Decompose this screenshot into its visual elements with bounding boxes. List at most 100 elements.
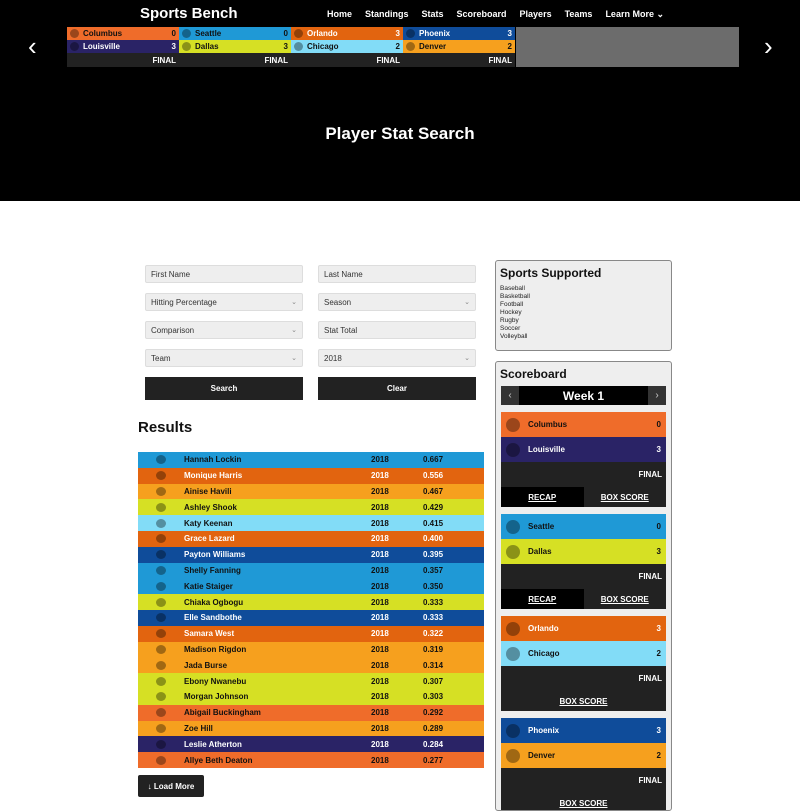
table-row[interactable]: Samara West 2018 0.322	[138, 625, 484, 642]
ticker-game[interactable]: Columbus 0 Louisville 3 FINAL	[67, 27, 179, 67]
table-row[interactable]: Elle Sandbothe 2018 0.333	[138, 609, 484, 626]
player-name[interactable]: Grace Lazard	[184, 534, 371, 543]
ticker-game[interactable]: Seattle 0 Dallas 3 FINAL	[179, 27, 291, 67]
stat-total-input[interactable]: Stat Total	[318, 321, 476, 339]
player-name[interactable]: Elle Sandbothe	[184, 613, 371, 622]
sport-item[interactable]: Rugby	[500, 317, 667, 325]
table-row[interactable]: Monique Harris 2018 0.556	[138, 467, 484, 484]
team-name[interactable]: Orlando	[528, 624, 657, 633]
table-row[interactable]: Katy Keenan 2018 0.415	[138, 515, 484, 531]
search-button[interactable]: Search	[145, 377, 303, 400]
team-name[interactable]: Chicago	[528, 649, 657, 658]
sport-item[interactable]: Football	[500, 301, 667, 309]
team-name[interactable]: Columbus	[528, 420, 657, 429]
player-name[interactable]: Monique Harris	[184, 471, 371, 480]
clear-button[interactable]: Clear	[318, 377, 476, 400]
table-row[interactable]: Ashley Shook 2018 0.429	[138, 499, 484, 516]
team-logo-cell	[138, 455, 184, 465]
recap-link[interactable]: RECAP	[501, 589, 584, 609]
player-name[interactable]: Katy Keenan	[184, 519, 371, 528]
sport-item[interactable]: Hockey	[500, 309, 667, 317]
ticker-next-arrow-icon[interactable]: ›	[764, 33, 773, 59]
box-score-link[interactable]: BOX SCORE	[501, 691, 666, 711]
player-name[interactable]: Madison Rigdon	[184, 645, 371, 654]
player-name[interactable]: Hannah Lockin	[184, 455, 371, 464]
player-name[interactable]: Abigail Buckingham	[184, 708, 371, 717]
player-name[interactable]: Shelly Fanning	[184, 566, 371, 575]
table-row[interactable]: Katie Staiger 2018 0.350	[138, 578, 484, 595]
player-name[interactable]: Zoe Hill	[184, 724, 371, 733]
team-name[interactable]: Seattle	[528, 522, 657, 531]
week-prev-icon[interactable]: ‹	[501, 386, 519, 405]
sport-item[interactable]: Volleyball	[500, 333, 667, 341]
ticker-game[interactable]: Phoenix 3 Denver 2 FINAL	[403, 27, 515, 67]
stat-select[interactable]: Hitting Percentage ⌄	[145, 293, 303, 311]
scoreboard-panel: Scoreboard ‹ Week 1 › Columbus 0 Louisvill…	[495, 361, 672, 811]
team-name[interactable]: Denver	[528, 751, 657, 760]
nav-item[interactable]: Players	[520, 9, 552, 20]
table-row[interactable]: Zoe Hill 2018 0.289	[138, 720, 484, 737]
nav-item[interactable]: Stats	[422, 9, 444, 20]
team-score: 3	[656, 547, 661, 556]
player-name[interactable]: Chiaka Ogbogu	[184, 598, 371, 607]
player-name[interactable]: Morgan Johnson	[184, 692, 371, 701]
box-score-link[interactable]: BOX SCORE	[501, 793, 666, 810]
site-logo[interactable]: Sports Bench	[140, 5, 238, 22]
team-score: 3	[656, 726, 661, 735]
player-name[interactable]: Allye Beth Deaton	[184, 756, 371, 765]
team-name: Phoenix	[419, 29, 451, 38]
sport-item[interactable]: Basketball	[500, 293, 667, 301]
year-select[interactable]: 2018 ⌄	[318, 349, 476, 367]
team-name[interactable]: Louisville	[528, 445, 657, 454]
last-name-placeholder: Last Name	[324, 270, 363, 279]
team-logo-icon	[406, 29, 415, 38]
team-logo-icon	[156, 486, 166, 496]
team-name: Seattle	[195, 29, 222, 38]
nav-item[interactable]: Learn More ⌄	[605, 9, 664, 20]
player-name[interactable]: Leslie Atherton	[184, 740, 371, 749]
table-row[interactable]: Grace Lazard 2018 0.400	[138, 530, 484, 547]
table-row[interactable]: Allye Beth Deaton 2018 0.277	[138, 752, 484, 768]
nav-item[interactable]: Standings	[365, 9, 409, 20]
ticker-game[interactable]: Orlando 3 Chicago 2 FINAL	[291, 27, 403, 67]
player-name[interactable]: Ebony Nwanebu	[184, 677, 371, 686]
team-name[interactable]: Dallas	[528, 547, 657, 556]
sport-item[interactable]: Baseball	[500, 285, 667, 293]
comparison-select[interactable]: Comparison ⌄	[145, 321, 303, 339]
first-name-input[interactable]: First Name	[145, 265, 303, 283]
player-name[interactable]: Payton Williams	[184, 550, 371, 559]
nav-item[interactable]: Scoreboard	[457, 9, 507, 20]
nav-item[interactable]: Teams	[565, 9, 593, 20]
player-name[interactable]: Katie Staiger	[184, 582, 371, 591]
ticker-prev-arrow-icon[interactable]: ‹	[28, 33, 37, 59]
team-logo-icon	[156, 534, 166, 544]
player-name[interactable]: Jada Burse	[184, 661, 371, 670]
last-name-input[interactable]: Last Name	[318, 265, 476, 283]
load-more-button[interactable]: ↓ Load More	[138, 775, 204, 797]
season-select[interactable]: Season ⌄	[318, 293, 476, 311]
player-name[interactable]: Ainise Havili	[184, 487, 371, 496]
box-score-link[interactable]: BOX SCORE	[584, 589, 667, 609]
table-row[interactable]: Jada Burse 2018 0.314	[138, 657, 484, 674]
player-name[interactable]: Ashley Shook	[184, 503, 371, 512]
table-row[interactable]: Chiaka Ogbogu 2018 0.333	[138, 594, 484, 610]
box-score-link[interactable]: BOX SCORE	[584, 487, 667, 507]
table-row[interactable]: Abigail Buckingham 2018 0.292	[138, 704, 484, 721]
table-row[interactable]: Hannah Lockin 2018 0.667	[138, 452, 484, 468]
nav-item[interactable]: Home	[327, 9, 352, 20]
table-row[interactable]: Payton Williams 2018 0.395	[138, 546, 484, 563]
ticker-empty-slot	[516, 27, 739, 67]
table-row[interactable]: Madison Rigdon 2018 0.319	[138, 641, 484, 658]
team-score: 2	[395, 42, 400, 51]
player-name[interactable]: Samara West	[184, 629, 371, 638]
recap-link[interactable]: RECAP	[501, 487, 584, 507]
table-row[interactable]: Leslie Atherton 2018 0.284	[138, 736, 484, 753]
sport-item[interactable]: Soccer	[500, 325, 667, 333]
table-row[interactable]: Shelly Fanning 2018 0.357	[138, 562, 484, 579]
team-name[interactable]: Phoenix	[528, 726, 657, 735]
table-row[interactable]: Ainise Havili 2018 0.467	[138, 483, 484, 500]
week-next-icon[interactable]: ›	[648, 386, 666, 405]
team-select[interactable]: Team ⌄	[145, 349, 303, 367]
table-row[interactable]: Ebony Nwanebu 2018 0.307	[138, 673, 484, 689]
table-row[interactable]: Morgan Johnson 2018 0.303	[138, 688, 484, 705]
